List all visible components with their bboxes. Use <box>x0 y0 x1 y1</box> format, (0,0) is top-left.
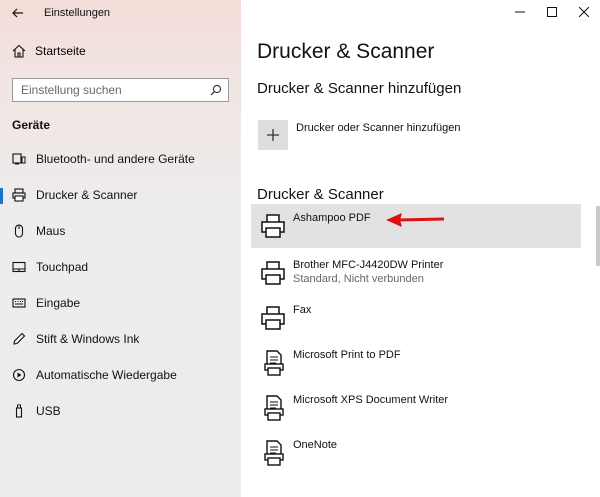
printer-item-brother[interactable]: Brother MFC-J4420DW Printer Standard, Ni… <box>251 251 581 295</box>
search-input[interactable]: Einstellung suchen <box>12 78 229 102</box>
close-icon <box>579 7 589 17</box>
printer-list-title: Drucker & Scanner <box>257 186 384 203</box>
sidebar-item-label: Stift & Windows Ink <box>36 332 140 346</box>
keyboard-icon <box>12 295 26 311</box>
printer-name: Microsoft XPS Document Writer <box>293 394 449 406</box>
sidebar-item-label: Eingabe <box>36 296 81 310</box>
maximize-icon <box>547 7 557 17</box>
title-bar: Einstellungen <box>0 0 241 26</box>
printer-item-microsoft-print-to-pdf[interactable]: Microsoft Print to PDF <box>251 341 581 385</box>
sidebar: Einstellungen Startseite Einstellung suc… <box>0 0 241 497</box>
search-placeholder: Einstellung suchen <box>21 83 122 97</box>
printer-item-microsoft-xps[interactable]: Microsoft XPS Document Writer <box>251 386 581 430</box>
close-button[interactable] <box>568 0 600 24</box>
page-title: Drucker & Scanner <box>257 40 435 63</box>
search-icon[interactable] <box>210 84 222 96</box>
printer-icon <box>261 261 285 285</box>
printer-status: Standard, Nicht verbunden <box>293 273 424 285</box>
sidebar-item-pen[interactable]: Stift & Windows Ink <box>0 324 241 354</box>
touchpad-icon <box>12 259 26 275</box>
printer-icon <box>261 214 285 238</box>
autoplay-icon <box>12 367 26 383</box>
sidebar-item-touchpad[interactable]: Touchpad <box>0 252 241 282</box>
minimize-button[interactable] <box>504 0 536 24</box>
home-label: Startseite <box>35 44 86 58</box>
sidebar-item-mouse[interactable]: Maus <box>0 216 241 246</box>
sidebar-item-bluetooth[interactable]: Bluetooth- und andere Geräte <box>0 144 241 174</box>
home-link[interactable]: Startseite <box>12 44 86 58</box>
printer-icon <box>12 187 26 203</box>
sidebar-item-label: Bluetooth- und andere Geräte <box>36 152 195 166</box>
sidebar-item-input[interactable]: Eingabe <box>0 288 241 318</box>
printer-name: Microsoft Print to PDF <box>293 349 401 361</box>
document-printer-icon <box>264 350 284 376</box>
printer-item-fax[interactable]: Fax <box>251 296 581 340</box>
mouse-icon <box>12 223 26 239</box>
minimize-icon <box>515 11 525 13</box>
red-arrow-annotation <box>386 213 445 227</box>
printer-item-onenote[interactable]: OneNote <box>251 431 581 475</box>
back-button[interactable] <box>8 4 28 22</box>
pen-icon <box>12 331 26 347</box>
sidebar-item-usb[interactable]: USB <box>0 396 241 426</box>
document-printer-icon <box>264 395 284 421</box>
add-printer-button[interactable] <box>258 120 288 150</box>
document-printer-icon <box>264 440 284 466</box>
maximize-button[interactable] <box>536 0 568 24</box>
printer-icon <box>261 306 285 330</box>
sidebar-item-label: USB <box>36 404 61 418</box>
sidebar-item-printers[interactable]: Drucker & Scanner <box>0 180 241 210</box>
sidebar-item-label: Automatische Wiedergabe <box>36 368 177 382</box>
back-arrow-icon <box>12 8 23 18</box>
plus-icon <box>267 129 279 141</box>
sidebar-item-label: Drucker & Scanner <box>36 188 138 202</box>
printer-name: OneNote <box>293 439 338 451</box>
window-title: Einstellungen <box>44 7 111 19</box>
window-controls <box>504 0 600 26</box>
sidebar-item-label: Touchpad <box>36 260 89 274</box>
scrollbar[interactable] <box>596 206 600 266</box>
sidebar-item-autoplay[interactable]: Automatische Wiedergabe <box>0 360 241 390</box>
add-printer-label[interactable]: Drucker oder Scanner hinzufügen <box>296 122 460 134</box>
printer-name: Fax <box>293 304 312 316</box>
printer-name: Ashampoo PDF <box>293 212 371 224</box>
sidebar-item-label: Maus <box>36 224 66 238</box>
printer-name: Brother MFC-J4420DW Printer <box>293 259 444 271</box>
bluetooth-devices-icon <box>12 151 26 167</box>
usb-icon <box>12 403 26 419</box>
add-section-title: Drucker & Scanner hinzufügen <box>257 80 462 97</box>
home-icon <box>12 44 26 58</box>
section-heading: Geräte <box>12 118 51 132</box>
